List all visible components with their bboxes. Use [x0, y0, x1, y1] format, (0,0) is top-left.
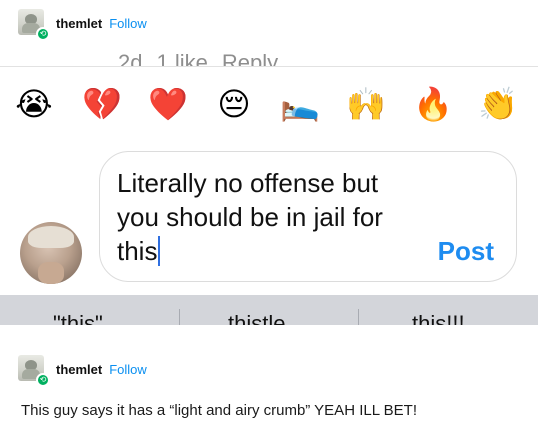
comment-line-2: you should be in jail for: [117, 202, 383, 232]
suggestion-3[interactable]: this!!!: [412, 311, 465, 325]
comment-line-1: Literally no offense but: [117, 168, 379, 198]
keyboard-suggestion-bar: "this" thistle this!!!: [0, 295, 538, 325]
clapping-hands-emoji-icon[interactable]: 👏: [478, 84, 518, 124]
pensive-face-emoji-icon[interactable]: 😔: [214, 84, 254, 124]
comment-likes[interactable]: 1 like: [156, 50, 207, 66]
comment-input[interactable]: Literally no offense but you should be i…: [99, 151, 517, 282]
emoji-reaction-bar: 😭 💔 ❤️ 😔 🛌 🙌 🔥 👏: [0, 84, 538, 130]
suggestion-2[interactable]: thistle: [228, 311, 285, 325]
comment-line-3: this: [117, 234, 417, 268]
commenter-avatar[interactable]: [20, 222, 82, 284]
reblog-icon: ⟲: [36, 373, 50, 387]
follow-button[interactable]: Follow: [109, 362, 147, 377]
suggestion-divider: [358, 309, 359, 325]
fire-emoji-icon[interactable]: 🔥: [413, 84, 453, 124]
comment-meta-row: 2d 1 like Reply: [0, 46, 538, 66]
blog-username[interactable]: themlet: [56, 362, 102, 377]
comment-text[interactable]: Literally no offense but you should be i…: [117, 166, 417, 268]
comment-age: 2d: [118, 50, 143, 66]
broken-heart-emoji-icon[interactable]: 💔: [82, 84, 122, 124]
blog-username[interactable]: themlet: [56, 16, 102, 31]
post-button[interactable]: Post: [438, 236, 494, 267]
bed-emoji-icon[interactable]: 🛌: [280, 84, 320, 124]
blog-avatar[interactable]: ⟲: [18, 9, 50, 41]
follow-button[interactable]: Follow: [109, 16, 147, 31]
raising-hands-emoji-icon[interactable]: 🙌: [346, 84, 386, 124]
reblog-icon: ⟲: [36, 27, 50, 41]
text-cursor: [158, 236, 161, 266]
comment-line-3-text: this: [117, 236, 158, 266]
red-heart-emoji-icon[interactable]: ❤️: [148, 84, 188, 124]
blog-avatar[interactable]: ⟲: [18, 355, 50, 387]
suggestion-divider: [179, 309, 180, 325]
post-header-top: ⟲ themlet Follow: [18, 8, 147, 41]
suggestion-1[interactable]: "this": [53, 311, 103, 325]
divider: [0, 66, 538, 67]
post-body-text: This guy says it has a “light and airy c…: [21, 402, 417, 419]
crying-face-emoji-icon[interactable]: 😭: [14, 84, 54, 124]
reply-link[interactable]: Reply: [222, 50, 278, 66]
post-header-bottom: ⟲ themlet Follow: [18, 354, 147, 387]
